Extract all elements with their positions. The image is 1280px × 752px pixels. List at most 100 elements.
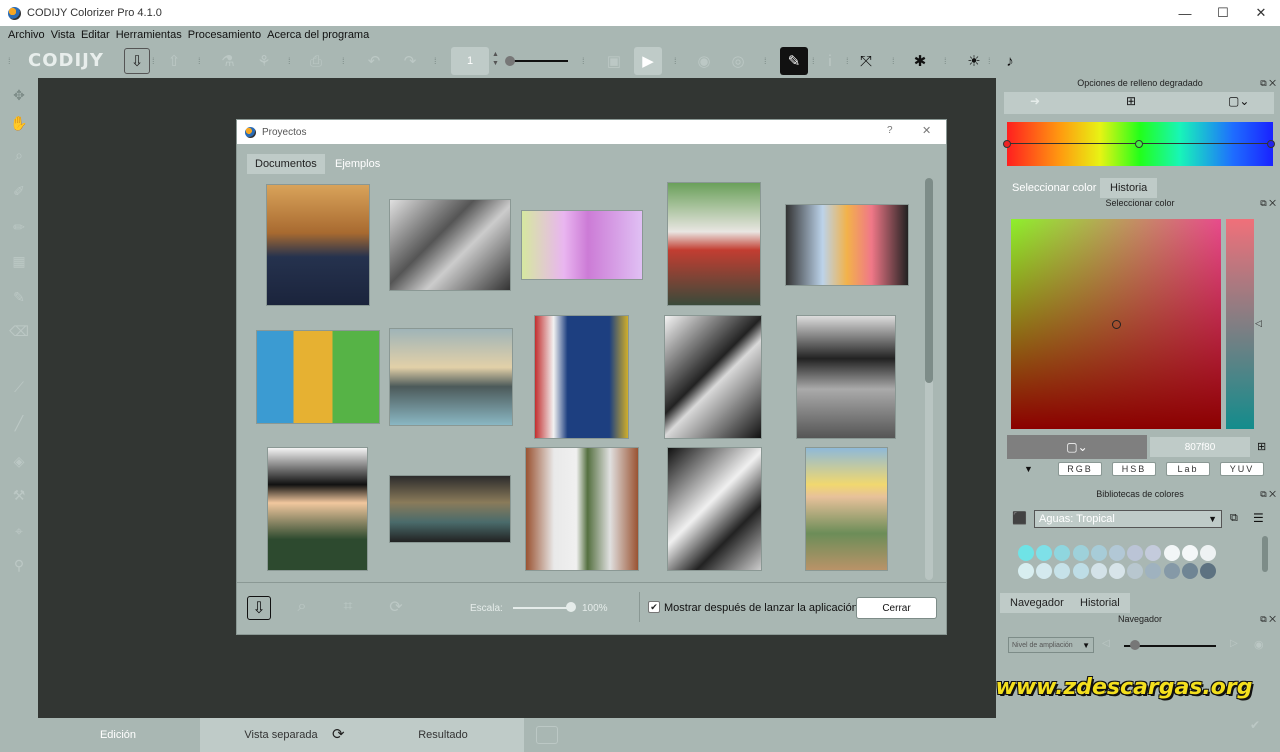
hammer-icon[interactable]: ⚒: [6, 482, 32, 508]
color-swatch[interactable]: [1109, 545, 1125, 561]
minimize-button[interactable]: —: [1166, 0, 1204, 26]
gradient-arrow-icon[interactable]: ➜: [1030, 94, 1040, 108]
toolbar-grip-icon[interactable]: ⁞: [582, 56, 588, 66]
marker-icon[interactable]: ✏: [6, 214, 32, 240]
color-swatch[interactable]: [1109, 563, 1125, 579]
undo-button[interactable]: ↶: [360, 47, 388, 75]
gradient-file-menu-icon[interactable]: ▢⌄: [1228, 94, 1249, 108]
mode-dropdown-icon[interactable]: ▼: [1024, 464, 1033, 474]
maximize-button[interactable]: ☐: [1204, 0, 1242, 26]
example-thumbnail[interactable]: [664, 315, 762, 439]
color-swatch[interactable]: [1200, 563, 1216, 579]
hue-slider[interactable]: [1226, 219, 1254, 429]
eraser-icon[interactable]: ⌫: [6, 318, 32, 344]
panel-float-close-icon[interactable]: ⧉ ✕: [1260, 198, 1276, 209]
play-button[interactable]: ▶: [634, 47, 662, 75]
color-swatch[interactable]: [1072, 545, 1089, 561]
menu-herramientas[interactable]: Herramientas: [116, 29, 182, 41]
show-after-launch-checkbox[interactable]: ✔: [648, 601, 660, 613]
dropper-icon[interactable]: ⚲: [6, 552, 32, 578]
menu-editar[interactable]: Editar: [81, 29, 110, 41]
toolbar-grip-icon[interactable]: ⁞: [892, 56, 898, 66]
save-button[interactable]: ⇧: [160, 47, 188, 75]
menu-vista[interactable]: Vista: [51, 29, 75, 41]
brush-icon[interactable]: ✐: [6, 178, 32, 204]
toolbar-grip-icon[interactable]: ⁞: [342, 56, 348, 66]
spinner-arrows-icon[interactable]: ▲ ▼: [492, 50, 499, 68]
example-thumbnail[interactable]: [521, 210, 643, 280]
color-swatch[interactable]: [1090, 563, 1107, 579]
example-thumbnail[interactable]: [389, 328, 513, 426]
help-button[interactable]: ?: [887, 125, 893, 136]
mode-rgb[interactable]: RGB: [1058, 462, 1102, 476]
line-icon[interactable]: ⟋: [6, 374, 32, 400]
menu-archivo[interactable]: Archivo: [8, 29, 45, 41]
zoom-icon[interactable]: ⌕: [6, 142, 32, 168]
colorize-button[interactable]: ⚗: [214, 47, 242, 75]
hex-input[interactable]: 807f80: [1150, 437, 1250, 457]
eye-icon[interactable]: ◉: [690, 47, 718, 75]
stroke-icon[interactable]: ╱: [6, 410, 32, 436]
swatch-scrollbar[interactable]: [1262, 536, 1268, 572]
panel-float-close-icon[interactable]: ⧉ ✕: [1260, 489, 1276, 500]
tab-documentos[interactable]: Documentos: [247, 154, 325, 174]
bug-icon[interactable]: ☀: [960, 47, 988, 75]
compare-icon[interactable]: [536, 726, 558, 744]
hue-slider-handle-icon[interactable]: ◁: [1255, 318, 1262, 329]
brush-size-slider[interactable]: [506, 60, 568, 62]
swap-icon[interactable]: ⟳: [332, 725, 345, 743]
settings-gear-icon[interactable]: ✱: [906, 47, 934, 75]
color-picker-cursor[interactable]: [1112, 320, 1121, 329]
gallery-scrollbar[interactable]: [925, 178, 933, 580]
recolor-button[interactable]: ⚘: [250, 47, 278, 75]
apply-check-icon[interactable]: ✔: [1250, 718, 1260, 732]
hand-icon[interactable]: ✋: [6, 110, 32, 136]
toolbar-grip-icon[interactable]: ⁞: [8, 56, 14, 66]
toolbar-grip-icon[interactable]: ⁞: [944, 56, 950, 66]
eyedropper-icon[interactable]: ♪: [996, 47, 1024, 75]
mode-yuv[interactable]: YUV: [1220, 462, 1264, 476]
panel-float-close-icon[interactable]: ⧉ ✕: [1260, 614, 1276, 625]
picker-icon[interactable]: ⌖: [6, 518, 32, 544]
toolbar-grip-icon[interactable]: ⁞: [988, 56, 994, 66]
fit-screen-icon[interactable]: ⤧: [852, 47, 880, 75]
eyedropper-small-icon[interactable]: ⊞: [1257, 440, 1266, 453]
example-thumbnail[interactable]: [389, 475, 511, 543]
example-thumbnail[interactable]: [525, 447, 639, 571]
tab-historial[interactable]: Historial: [1070, 593, 1130, 613]
panel-float-close-icon[interactable]: ⧉ ✕: [1260, 78, 1276, 89]
zoom-level-select[interactable]: Nivel de ampliación ▼: [1008, 637, 1094, 653]
refresh-icon[interactable]: ⟳: [381, 592, 411, 622]
toolbar-grip-icon[interactable]: ⁞: [764, 56, 770, 66]
color-swatch[interactable]: [1181, 545, 1198, 561]
slider-handle[interactable]: [505, 56, 515, 66]
example-thumbnail[interactable]: [796, 315, 896, 439]
library-menu-icon[interactable]: ☰: [1253, 511, 1264, 525]
example-thumbnail[interactable]: [785, 204, 909, 286]
menu-procesamiento[interactable]: Procesamiento: [188, 29, 261, 41]
pen-tool-button[interactable]: ✎: [780, 47, 808, 75]
tab-ejemplos[interactable]: Ejemplos: [327, 154, 388, 174]
color-swatch[interactable]: [1018, 545, 1034, 561]
film-icon[interactable]: ▣: [600, 47, 628, 75]
tab-historia[interactable]: Historia: [1100, 178, 1158, 198]
example-thumbnail[interactable]: [534, 315, 629, 439]
open-project-button[interactable]: ⇩: [124, 48, 150, 74]
eye-settings-icon[interactable]: ◎: [724, 47, 752, 75]
crop-icon[interactable]: ⌗: [333, 592, 363, 622]
mode-lab[interactable]: Lab: [1166, 462, 1210, 476]
zoom-out-icon[interactable]: ◁: [1102, 638, 1110, 649]
color-preview[interactable]: ▢⌄: [1007, 435, 1147, 459]
search-icon[interactable]: ⌕: [287, 592, 317, 622]
open-file-icon[interactable]: ⇩: [247, 596, 271, 620]
library-select[interactable]: Aguas: Tropical ▼: [1034, 510, 1222, 528]
color-swatch[interactable]: [1072, 563, 1089, 579]
example-thumbnail[interactable]: [667, 447, 762, 571]
mode-hsb[interactable]: HSB: [1112, 462, 1156, 476]
tab-navegador[interactable]: Navegador: [1000, 593, 1074, 613]
scrollbar-thumb[interactable]: [925, 178, 933, 383]
dialog-close-button[interactable]: ✕: [922, 124, 931, 137]
scale-slider-handle[interactable]: [566, 602, 576, 612]
color-swatch[interactable]: [1181, 563, 1198, 579]
toolbar-grip-icon[interactable]: ⁞: [198, 56, 204, 66]
